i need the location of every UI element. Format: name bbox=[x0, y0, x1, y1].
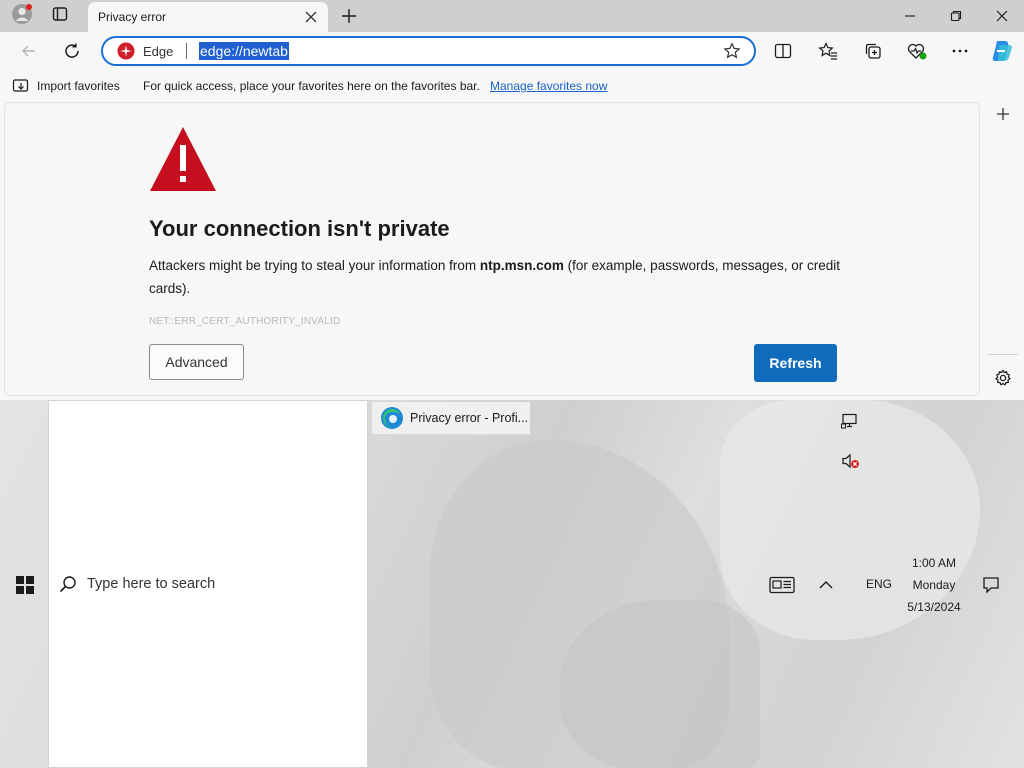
add-favorite-button[interactable] bbox=[722, 41, 742, 61]
advanced-button[interactable]: Advanced bbox=[149, 344, 244, 380]
tab-title: Privacy error bbox=[98, 10, 167, 24]
split-screen-button[interactable] bbox=[768, 36, 798, 66]
error-domain: ntp.msn.com bbox=[479, 258, 564, 273]
chevron-up-icon bbox=[819, 581, 833, 589]
search-panel[interactable]: Type here to search bbox=[48, 400, 368, 768]
taskbar-edge-window[interactable]: Privacy error - Profi... bbox=[372, 402, 530, 436]
browser-sidebar bbox=[982, 102, 1024, 400]
error-code[interactable]: NET::ERR_CERT_AUTHORITY_INVALID bbox=[149, 316, 340, 327]
collections-icon bbox=[865, 43, 881, 59]
favorites-icon bbox=[818, 42, 837, 60]
volume-tray-button[interactable] bbox=[840, 452, 862, 470]
copilot-icon bbox=[992, 41, 1012, 61]
windows-start-icon bbox=[16, 576, 34, 594]
network-tray-button[interactable] bbox=[840, 412, 860, 430]
more-button[interactable] bbox=[945, 36, 975, 66]
sidebar-divider bbox=[988, 354, 1018, 355]
minimize-icon bbox=[905, 15, 915, 17]
restore-icon bbox=[950, 10, 962, 22]
network-icon bbox=[841, 413, 857, 429]
plus-icon bbox=[997, 108, 1009, 120]
browser-essentials-icon bbox=[907, 43, 927, 60]
manage-favorites-link[interactable]: Manage favorites now bbox=[490, 79, 607, 93]
show-hidden-icons-button[interactable] bbox=[816, 574, 836, 596]
import-favorites-button[interactable]: Import favorites bbox=[12, 78, 120, 94]
import-icon bbox=[12, 79, 29, 92]
edge-logo-icon bbox=[117, 42, 135, 60]
profile-icon bbox=[11, 3, 33, 30]
error-description: Attackers might be trying to steal your … bbox=[149, 254, 849, 300]
clock-time: 1:00 AM bbox=[911, 556, 957, 570]
notification-center-button[interactable] bbox=[980, 574, 1002, 596]
reload-button[interactable] bbox=[57, 36, 87, 66]
reload-icon bbox=[65, 43, 79, 58]
edge-chip-label: Edge bbox=[143, 43, 174, 59]
error-desc-before: Attackers might be trying to steal your … bbox=[149, 258, 480, 273]
close-icon bbox=[996, 10, 1008, 22]
browser-essentials-button[interactable] bbox=[902, 36, 932, 66]
profile-button[interactable] bbox=[8, 0, 36, 32]
notification-icon bbox=[983, 577, 999, 594]
address-bar[interactable]: Edge edge://newtab bbox=[101, 36, 756, 66]
desktop-taskbar-area: Type here to search Privacy error - Prof… bbox=[0, 400, 1024, 768]
sidebar-settings-button[interactable] bbox=[989, 366, 1017, 390]
navigation-toolbar: Edge edge://newtab bbox=[0, 32, 1024, 70]
new-tab-button[interactable] bbox=[336, 0, 362, 32]
settings-icon bbox=[995, 369, 1011, 386]
volume-muted-icon bbox=[842, 453, 859, 469]
favorites-bar: Import favorites For quick access, place… bbox=[0, 70, 1024, 102]
url-field[interactable]: edge://newtab bbox=[199, 42, 289, 60]
close-icon bbox=[305, 11, 317, 23]
star-icon bbox=[723, 42, 741, 59]
chip-divider bbox=[186, 43, 187, 59]
sidebar-add-button[interactable] bbox=[989, 102, 1017, 126]
plus-icon bbox=[342, 9, 356, 23]
news-icon bbox=[769, 576, 795, 594]
mouse-cursor bbox=[491, 762, 499, 768]
clock-date: 5/13/2024 bbox=[907, 600, 961, 614]
tab-actions-button[interactable] bbox=[46, 0, 74, 32]
search-placeholder: Type here to search bbox=[87, 576, 216, 592]
back-icon bbox=[22, 45, 35, 57]
error-page: Your connection isn't private Attackers … bbox=[4, 102, 980, 396]
error-heading: Your connection isn't private bbox=[149, 216, 450, 241]
minimize-button[interactable] bbox=[888, 0, 932, 32]
clock[interactable]: 1:00 AM Monday 5/13/2024 bbox=[900, 552, 968, 618]
tab-close-button[interactable] bbox=[302, 8, 320, 26]
warning-icon bbox=[149, 125, 217, 198]
restore-button[interactable] bbox=[934, 0, 978, 32]
taskbar-search-box[interactable]: Type here to search bbox=[59, 575, 215, 593]
start-button[interactable] bbox=[14, 574, 36, 596]
favorites-button[interactable] bbox=[813, 36, 843, 66]
collections-button[interactable] bbox=[858, 36, 888, 66]
search-icon bbox=[59, 576, 76, 593]
browser-window: Privacy error Edge edge://newtab Import … bbox=[0, 0, 1024, 400]
import-favorites-label: Import favorites bbox=[37, 79, 120, 93]
window-close-button[interactable] bbox=[980, 0, 1024, 32]
language-indicator[interactable]: ENG bbox=[866, 577, 892, 591]
favorites-bar-message: For quick access, place your favorites h… bbox=[143, 79, 480, 93]
title-bar: Privacy error bbox=[0, 0, 1024, 32]
edge-site-chip[interactable]: Edge bbox=[117, 42, 173, 60]
news-widget-button[interactable] bbox=[768, 574, 796, 596]
copilot-button[interactable] bbox=[987, 36, 1017, 66]
taskbar-edge-label: Privacy error - Profi... bbox=[410, 411, 529, 425]
tab-actions-icon bbox=[52, 6, 68, 27]
more-icon bbox=[952, 49, 968, 53]
clock-day: Monday bbox=[912, 578, 956, 592]
refresh-button[interactable]: Refresh bbox=[754, 344, 837, 382]
wallpaper-shape bbox=[560, 600, 760, 768]
back-button[interactable] bbox=[14, 36, 44, 66]
tab-privacy-error[interactable]: Privacy error bbox=[88, 2, 328, 32]
edge-logo-icon bbox=[381, 407, 403, 429]
split-screen-icon bbox=[774, 43, 792, 59]
